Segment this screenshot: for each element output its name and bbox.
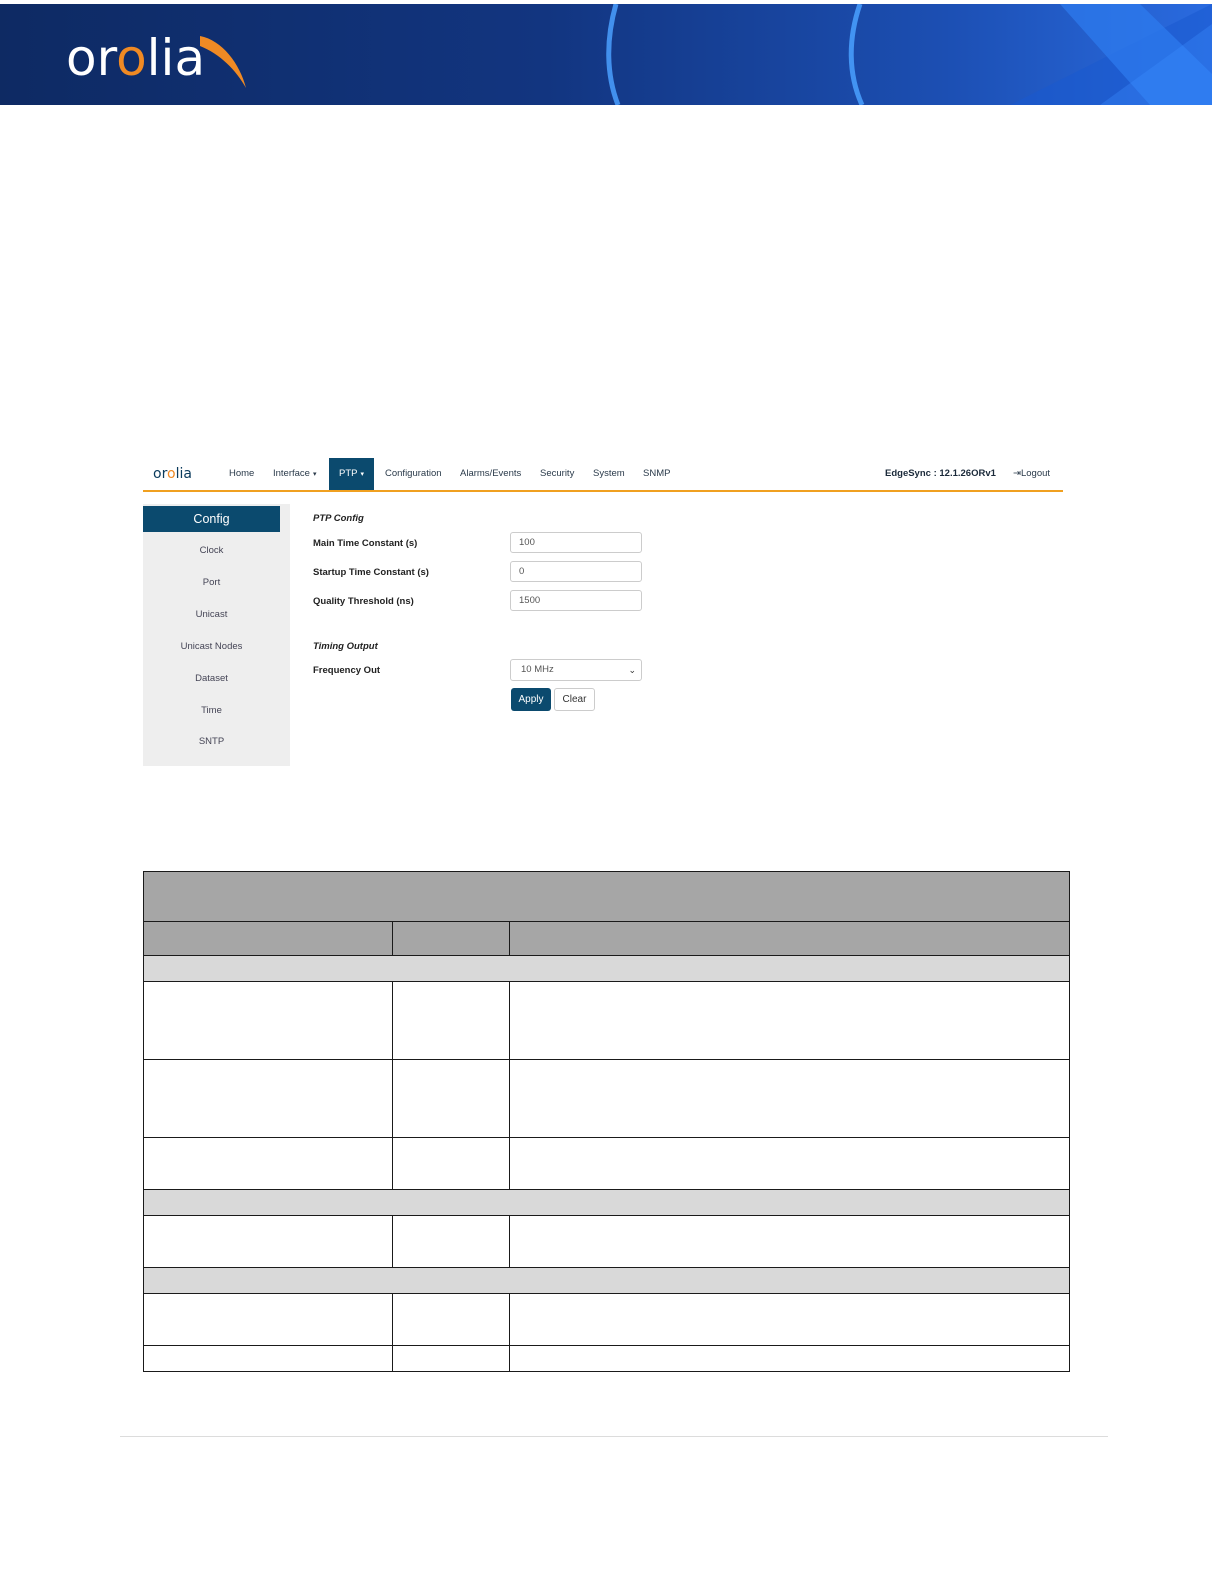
chevron-down-icon: ▾ (312, 471, 317, 478)
startup-time-constant-label: Startup Time Constant (s) (313, 567, 429, 578)
main-time-constant-label: Main Time Constant (s) (313, 538, 418, 549)
frequency-out-select[interactable]: 10 MHz ⌄ (510, 659, 642, 681)
sidebar-item-port[interactable]: Port (143, 577, 280, 588)
sidebar-item-clock[interactable]: Clock (143, 545, 280, 556)
settings-table (143, 871, 1071, 1372)
table-group-row (143, 955, 1070, 982)
sidebar-item-unicast-nodes[interactable]: Unicast Nodes (143, 641, 280, 652)
chevron-down-icon: ▾ (360, 471, 364, 478)
sidebar-item-unicast[interactable]: Unicast (143, 609, 280, 620)
table-row (143, 981, 1071, 1060)
nav-configuration[interactable]: Configuration (385, 458, 442, 490)
frequency-out-label: Frequency Out (313, 665, 381, 676)
table-row (143, 1215, 1071, 1268)
nav-alarms-events[interactable]: Alarms/Events (460, 458, 521, 490)
nav-logo[interactable]: orolia (153, 465, 192, 483)
startup-time-constant-input[interactable]: 0 (510, 561, 642, 582)
timing-output-heading: Timing Output (313, 641, 378, 652)
quality-threshold-input[interactable]: 1500 (510, 590, 642, 611)
logo-swoosh-icon (200, 36, 246, 88)
table-row (143, 1137, 1071, 1190)
logout-link[interactable]: ⇥Logout (1013, 458, 1050, 490)
sidebar-title: Config (143, 506, 280, 532)
orolia-logo: orolia (66, 29, 206, 87)
firmware-version: EdgeSync : 12.1.26ORv1 (885, 468, 996, 479)
nav-system[interactable]: System (593, 458, 625, 490)
nav-interface[interactable]: Interface ▾ (273, 458, 316, 490)
footer-divider (120, 1436, 1108, 1437)
ptp-config-heading: PTP Config (313, 513, 364, 524)
ptp-config-screenshot: orolia Home Interface ▾ PTP ▾ Configuratio… (143, 458, 1063, 768)
chevron-down-icon: ⌄ (628, 665, 636, 675)
table-title-row (143, 871, 1070, 922)
table-group-row (143, 1189, 1070, 1216)
nav-security[interactable]: Security (540, 458, 574, 490)
logout-icon: ⇥ (1013, 468, 1021, 479)
sidebar-item-time[interactable]: Time (143, 705, 280, 716)
top-navbar: orolia Home Interface ▾ PTP ▾ Configuratio… (143, 458, 1063, 492)
table-row (143, 1293, 1071, 1346)
table-row (143, 1345, 1071, 1372)
nav-home[interactable]: Home (229, 458, 254, 490)
config-sidebar: Config Clock Port Unicast Unicast Nodes … (143, 504, 290, 766)
main-time-constant-input[interactable]: 100 (510, 532, 642, 553)
apply-button[interactable]: Apply (511, 688, 551, 711)
nav-snmp[interactable]: SNMP (643, 458, 670, 490)
table-row (143, 1059, 1071, 1138)
sidebar-item-dataset[interactable]: Dataset (143, 673, 280, 684)
table-header-row (143, 921, 1071, 956)
clear-button[interactable]: Clear (554, 688, 595, 711)
sidebar-item-sntp[interactable]: SNTP (143, 736, 280, 747)
header-banner: orolia (0, 4, 1212, 105)
quality-threshold-label: Quality Threshold (ns) (313, 596, 414, 607)
nav-ptp[interactable]: PTP ▾ (329, 458, 374, 490)
table-group-row (143, 1267, 1070, 1294)
